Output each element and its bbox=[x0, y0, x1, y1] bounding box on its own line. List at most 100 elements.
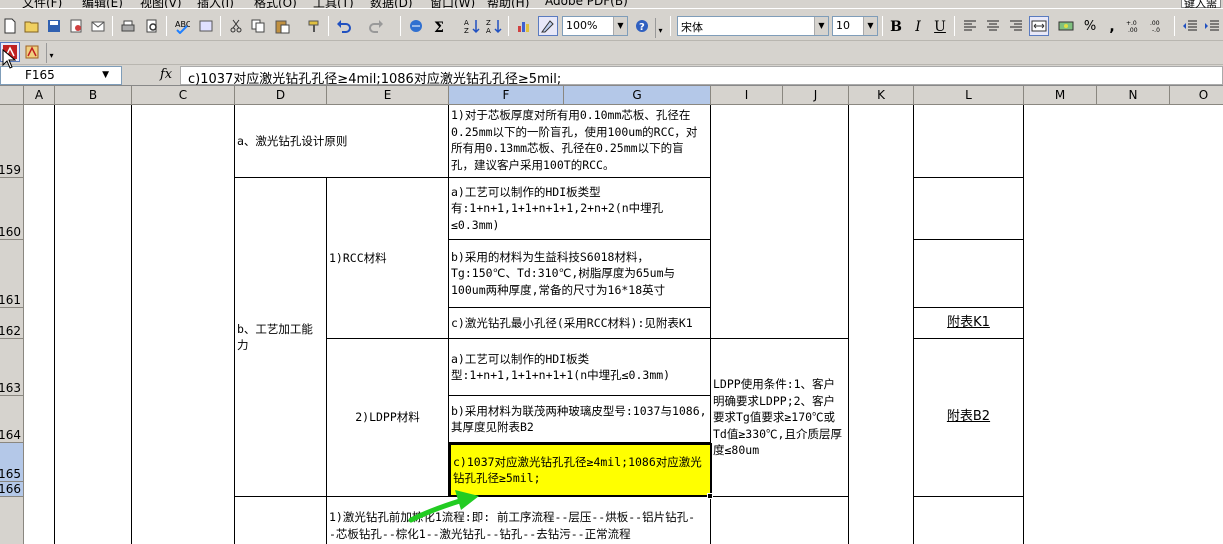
cell-l159[interactable] bbox=[914, 105, 1024, 178]
zoom-select[interactable]: 100% ▼ bbox=[562, 16, 628, 36]
chart-wizard-icon[interactable] bbox=[514, 16, 534, 36]
cell-l160[interactable] bbox=[914, 178, 1024, 240]
toolbar-options-icon[interactable]: ▾ bbox=[46, 43, 56, 63]
help-icon[interactable]: ? bbox=[632, 16, 652, 36]
table-link-b2[interactable]: 附表B2 bbox=[916, 409, 1021, 426]
format-painter-icon[interactable] bbox=[304, 16, 324, 36]
menu-adobe-pdf[interactable]: Adobe PDF(B) bbox=[545, 0, 628, 8]
email-icon[interactable] bbox=[88, 16, 108, 36]
cell-l167[interactable] bbox=[914, 497, 1024, 544]
cell-l161[interactable] bbox=[914, 240, 1024, 308]
row-header-163[interactable]: 163 bbox=[0, 339, 24, 396]
column-header-f[interactable]: F bbox=[449, 86, 564, 105]
column-header-j[interactable]: J bbox=[783, 86, 849, 105]
column-header-n[interactable]: N bbox=[1097, 86, 1170, 105]
chevron-down-icon[interactable]: ▼ bbox=[613, 17, 627, 35]
menu-help[interactable]: 帮助(H) bbox=[487, 0, 529, 8]
copy-icon[interactable] bbox=[248, 16, 268, 36]
column-header-i[interactable]: I bbox=[711, 86, 783, 105]
print-icon[interactable] bbox=[118, 16, 138, 36]
autosum-icon[interactable]: Σ bbox=[430, 16, 450, 36]
cell-f159[interactable]: 1)对于芯板厚度对所有用0.10mm芯板、孔径在0.25mm以下的一阶盲孔，使用… bbox=[449, 105, 711, 178]
italic-button[interactable]: I bbox=[908, 17, 928, 37]
new-icon[interactable] bbox=[0, 16, 20, 36]
align-left-icon[interactable] bbox=[960, 16, 980, 36]
increase-indent-icon[interactable] bbox=[1202, 16, 1222, 36]
row-header-166[interactable]: 166 bbox=[0, 482, 24, 497]
sort-descending-icon[interactable]: ZA bbox=[484, 16, 504, 36]
menu-tools[interactable]: 工具(T) bbox=[313, 0, 354, 8]
menu-insert[interactable]: 插入(I) bbox=[197, 0, 234, 8]
row-header-162[interactable]: 162 bbox=[0, 308, 24, 339]
row-header-164[interactable]: 164 bbox=[0, 396, 24, 443]
permission-icon[interactable] bbox=[66, 16, 86, 36]
align-right-icon[interactable] bbox=[1006, 16, 1026, 36]
drawing-icon[interactable] bbox=[538, 16, 558, 36]
open-icon[interactable] bbox=[22, 16, 42, 36]
hyperlink-icon[interactable] bbox=[406, 16, 426, 36]
toolbar-options-icon[interactable]: ▾ bbox=[655, 18, 665, 38]
cut-icon[interactable] bbox=[226, 16, 246, 36]
underline-button[interactable]: U bbox=[930, 17, 950, 37]
column-header-l[interactable]: L bbox=[914, 86, 1024, 105]
cell-l162[interactable]: 附表K1 bbox=[914, 308, 1024, 339]
chevron-down-icon[interactable]: ▼ bbox=[102, 70, 109, 80]
decrease-decimal-icon[interactable]: .00 -.0 bbox=[1148, 16, 1168, 36]
column-header-g[interactable]: G bbox=[564, 86, 711, 105]
font-name-select[interactable]: 宋体 ▼ bbox=[677, 16, 829, 36]
bold-button[interactable]: B bbox=[886, 17, 906, 37]
redo-icon[interactable] bbox=[366, 16, 386, 36]
row-header-165[interactable]: 165 bbox=[0, 443, 24, 482]
cell-d167[interactable] bbox=[235, 497, 327, 544]
cell-f164[interactable]: b)采用材料为联茂两种玻璃皮型号:1037与1086,其厚度见附表B2 bbox=[449, 396, 711, 443]
align-center-icon[interactable] bbox=[983, 16, 1003, 36]
help-search-box[interactable]: 键入需 bbox=[1181, 0, 1221, 8]
comma-button[interactable]: , bbox=[1102, 17, 1122, 37]
name-box[interactable]: F165 ▼ bbox=[0, 66, 122, 85]
cell-d160[interactable]: b、工艺加工能力 bbox=[235, 178, 327, 497]
cell-f162[interactable]: c)激光钻孔最小孔径(采用RCC材料):见附表K1 bbox=[449, 308, 711, 339]
column-header-o[interactable]: O bbox=[1170, 86, 1223, 105]
chevron-down-icon[interactable]: ▼ bbox=[814, 17, 828, 35]
menu-data[interactable]: 数据(D) bbox=[370, 0, 413, 8]
undo-icon[interactable] bbox=[334, 16, 354, 36]
fx-icon[interactable]: fx bbox=[160, 67, 172, 82]
select-all-corner[interactable] bbox=[0, 86, 24, 105]
cell-l163[interactable]: 附表B2 bbox=[914, 339, 1024, 497]
sort-ascending-icon[interactable]: AZ bbox=[462, 16, 482, 36]
row-header-160[interactable]: 160 bbox=[0, 178, 24, 240]
menu-file[interactable]: 文件(F) bbox=[22, 0, 62, 8]
table-link-k1[interactable]: 附表K1 bbox=[916, 315, 1021, 332]
cell-i167[interactable] bbox=[711, 497, 849, 544]
research-icon[interactable] bbox=[196, 16, 216, 36]
save-icon[interactable] bbox=[44, 16, 64, 36]
print-preview-icon[interactable] bbox=[142, 16, 162, 36]
font-size-select[interactable]: 10 ▼ bbox=[832, 16, 878, 36]
merge-center-icon[interactable] bbox=[1029, 16, 1049, 36]
fill-handle[interactable] bbox=[707, 493, 713, 499]
spreadsheet-grid[interactable]: A B C D E F G I J K L M N O 159 160 161 … bbox=[0, 86, 1223, 544]
row-header-159[interactable]: 159 bbox=[0, 105, 24, 178]
cell-e167[interactable]: 1)激光钻孔前加棕化1流程:即: 前工序流程--层压--烘板--铝片钻孔--芯板… bbox=[327, 497, 711, 544]
chevron-down-icon[interactable]: ▼ bbox=[863, 17, 877, 35]
menu-window[interactable]: 窗口(W) bbox=[430, 0, 475, 8]
cell-f160[interactable]: a)工艺可以制作的HDI板类型有:1+n+1,1+1+n+1+1,2+n+2(n… bbox=[449, 178, 711, 240]
cell-f163[interactable]: a)工艺可以制作的HDI板类型:1+n+1,1+1+n+1+1(n中埋孔≤0.3… bbox=[449, 339, 711, 396]
percent-button[interactable]: % bbox=[1080, 17, 1100, 37]
row-header-167[interactable]: 167 bbox=[0, 497, 24, 544]
menu-format[interactable]: 格式(O) bbox=[254, 0, 297, 8]
menu-view[interactable]: 视图(V) bbox=[140, 0, 182, 8]
cell-f165[interactable]: c)1037对应激光钻孔孔径≥4mil;1086对应激光钻孔孔径≥5mil; bbox=[449, 443, 712, 497]
column-header-c[interactable]: C bbox=[132, 86, 235, 105]
formula-input[interactable]: c)1037对应激光钻孔孔径≥4mil;1086对应激光钻孔孔径≥5mil; bbox=[180, 66, 1223, 87]
increase-decimal-icon[interactable]: +.0.00 bbox=[1124, 16, 1144, 36]
row-header-161[interactable]: 161 bbox=[0, 240, 24, 308]
cell-e160[interactable]: 1)RCC材料 bbox=[327, 178, 449, 339]
cell-f161[interactable]: b)采用的材料为生益科技S6018材料，Tg:150℃、Td:310℃,树脂厚度… bbox=[449, 240, 711, 308]
column-header-b[interactable]: B bbox=[55, 86, 132, 105]
cell-e163[interactable]: 2)LDPP材料 bbox=[327, 339, 449, 497]
cell-i159[interactable] bbox=[711, 105, 849, 339]
cell-d159[interactable]: a、激光钻孔设计原则 bbox=[235, 105, 449, 178]
cell-i163[interactable]: LDPP使用条件:1、客户明确要求LDPP;2、客户要求Tg值要求≥170℃或T… bbox=[711, 339, 849, 497]
column-header-e[interactable]: E bbox=[327, 86, 449, 105]
